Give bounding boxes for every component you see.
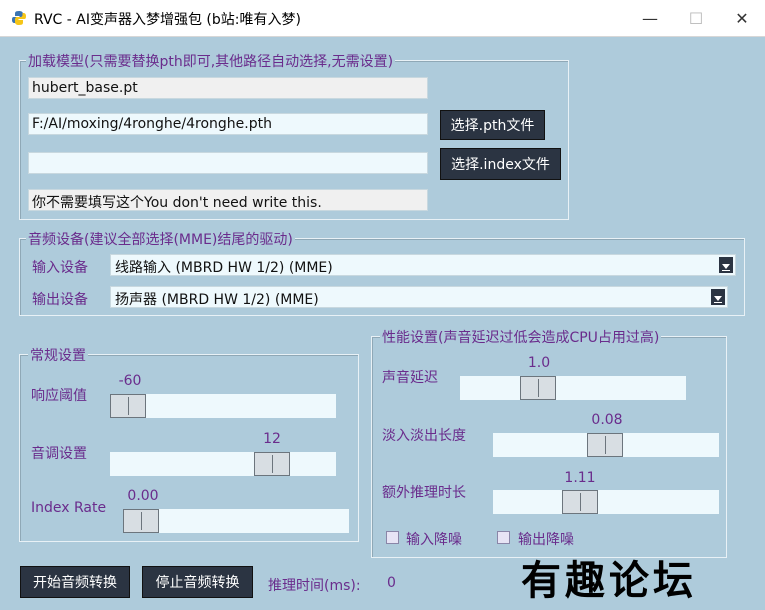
window-title: RVC - AI变声器入梦增强包 (b站:唯有入梦): [34, 12, 301, 28]
input-device-value: 线路输入 (MBRD HW 1/2) (MME): [115, 260, 333, 276]
extra-infer-label: 额外推理时长: [382, 485, 466, 501]
index-rate-label: Index Rate: [31, 500, 107, 516]
select-pth-button[interactable]: 选择.pth文件: [440, 110, 545, 140]
fade-label: 淡入淡出长度: [382, 428, 466, 444]
delay-label: 声音延迟: [382, 370, 438, 386]
fade-slider-handle[interactable]: [587, 433, 623, 457]
close-button[interactable]: ✕: [719, 0, 765, 36]
input-denoise-label: 输入降噪: [406, 532, 462, 548]
title-bar: RVC - AI变声器入梦增强包 (b站:唯有入梦) — ☐ ✕: [0, 0, 765, 37]
forum-watermark: 有趣论坛: [521, 557, 697, 604]
fade-value: 0.08: [591, 412, 623, 428]
output-denoise-label: 输出降噪: [518, 532, 574, 548]
audio-frame-title: 音频设备(建议全部选择(MME)结尾的驱动): [26, 229, 295, 249]
input-device-label: 输入设备: [32, 260, 88, 276]
pitch-slider-handle[interactable]: [254, 452, 290, 476]
performance-frame-title: 性能设置(声音延迟过低会造成CPU占用过高): [380, 327, 662, 347]
delay-slider-handle[interactable]: [520, 376, 556, 400]
stop-conversion-button[interactable]: 停止音频转换: [142, 566, 253, 598]
hubert-path-field[interactable]: hubert_base.pt: [28, 77, 428, 99]
threshold-value: -60: [118, 373, 142, 389]
extra-infer-slider-handle[interactable]: [562, 490, 598, 514]
output-device-label: 输出设备: [32, 292, 88, 308]
index-rate-slider-handle[interactable]: [123, 509, 159, 533]
select-index-button[interactable]: 选择.index文件: [440, 148, 561, 180]
python-icon: [12, 11, 26, 25]
threshold-slider[interactable]: [110, 394, 336, 418]
pitch-slider[interactable]: [110, 452, 336, 476]
output-device-value: 扬声器 (MBRD HW 1/2) (MME): [115, 292, 319, 308]
extra-infer-slider[interactable]: [493, 490, 719, 514]
infer-time-label: 推理时间(ms):: [268, 578, 361, 594]
output-denoise-checkbox[interactable]: [497, 531, 510, 544]
delay-slider[interactable]: [460, 376, 686, 400]
index-rate-slider[interactable]: [123, 509, 349, 533]
index-rate-value: 0.00: [127, 488, 159, 504]
pth-path-field[interactable]: F:/AI/moxing/4ronghe/4ronghe.pth: [28, 113, 428, 135]
pitch-label: 音调设置: [31, 446, 87, 462]
fade-slider[interactable]: [493, 433, 719, 457]
chevron-down-icon[interactable]: [711, 289, 725, 305]
model-frame-title: 加载模型(只需要替换pth即可,其他路径自动选择,无需设置): [26, 51, 396, 71]
input-denoise-checkbox[interactable]: [386, 531, 399, 544]
output-device-select[interactable]: 扬声器 (MBRD HW 1/2) (MME): [110, 286, 728, 308]
note-field: 你不需要填写这个You don't need write this.: [28, 189, 428, 211]
maximize-button[interactable]: ☐: [673, 0, 719, 36]
index-path-field[interactable]: [28, 152, 428, 174]
minimize-button[interactable]: —: [627, 0, 673, 36]
input-device-select[interactable]: 线路输入 (MBRD HW 1/2) (MME): [110, 254, 736, 276]
threshold-label: 响应阈值: [31, 388, 87, 404]
threshold-slider-handle[interactable]: [110, 394, 146, 418]
pitch-value: 12: [263, 431, 281, 447]
extra-infer-value: 1.11: [564, 470, 596, 486]
chevron-down-icon[interactable]: [719, 257, 733, 273]
delay-value: 1.0: [527, 355, 551, 371]
general-frame-title: 常规设置: [28, 345, 88, 365]
start-conversion-button[interactable]: 开始音频转换: [20, 566, 130, 598]
infer-time-value: 0: [387, 575, 396, 591]
